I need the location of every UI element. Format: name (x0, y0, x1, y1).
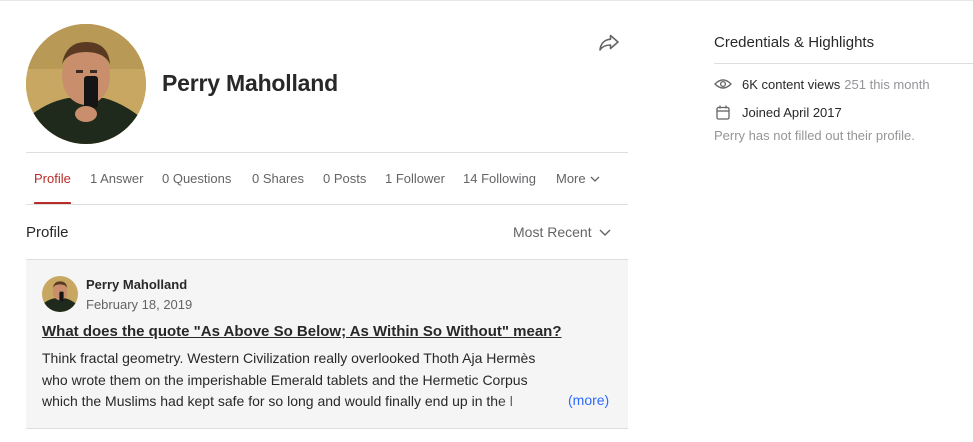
tab-label: 0 Shares (252, 171, 305, 186)
sort-label: Most Recent (513, 224, 592, 240)
section-title: Profile (26, 224, 69, 241)
excerpt-line: Think fractal geometry. Western Civiliza… (42, 350, 536, 366)
credentials-divider (714, 63, 973, 64)
content-views: 6K content views (742, 76, 841, 92)
profile-avatar[interactable] (26, 24, 146, 144)
more-link[interactable]: (more) (566, 392, 610, 408)
tab-label: More (556, 171, 586, 186)
chevron-down-icon (590, 176, 600, 182)
tabs-bottom-divider (26, 204, 628, 205)
tab-label: Profile (34, 171, 71, 186)
question-title[interactable]: What does the quote "As Above So Below; … (42, 323, 622, 340)
tab-questions[interactable]: 0 Questions (162, 153, 231, 204)
profile-name: Perry Maholland (162, 70, 338, 96)
tab-posts[interactable]: 0 Posts (323, 153, 366, 204)
share-arrow-icon (599, 34, 619, 51)
calendar-icon (714, 103, 732, 121)
eye-icon (714, 75, 732, 93)
profile-empty-note: Perry has not filled out their profile. (714, 128, 915, 143)
top-border (0, 0, 973, 1)
profile-tabs: Profile 1 Answer 0 Questions 0 Shares 0 … (26, 153, 628, 205)
feed-item: Perry Maholland February 18, 2019 What d… (26, 260, 628, 428)
author-name[interactable]: Perry Maholland (86, 277, 187, 292)
card-divider (26, 428, 628, 429)
answer-excerpt[interactable]: Think fractal geometry. Western Civiliza… (42, 348, 612, 413)
excerpt-line: which the Muslims had kept safe for so l… (42, 393, 513, 409)
credentials-title: Credentials & Highlights (714, 34, 875, 51)
tab-label: 0 Posts (323, 171, 367, 186)
tab-more[interactable]: More (556, 153, 600, 204)
tab-label: 1 Follower (385, 171, 445, 186)
content-views-row: 6K content views 251 this month (714, 74, 930, 94)
tab-answers[interactable]: 1 Answer (90, 153, 143, 204)
tab-profile[interactable]: Profile (34, 153, 71, 205)
tab-label: 0 Questions (162, 171, 232, 186)
share-button[interactable] (596, 31, 622, 55)
post-date[interactable]: February 18, 2019 (86, 297, 192, 312)
tab-following[interactable]: 14 Following (463, 153, 536, 204)
joined-date: Joined April 2017 (742, 104, 842, 120)
tab-shares[interactable]: 0 Shares (252, 153, 304, 204)
sort-dropdown[interactable]: Most Recent (513, 224, 611, 240)
excerpt-line: who wrote them on the imperishable Emera… (42, 371, 528, 388)
author-avatar[interactable] (42, 276, 78, 312)
joined-row: Joined April 2017 (714, 102, 842, 122)
views-this-month: 251 this month (844, 76, 930, 92)
tab-label: 1 Answer (90, 171, 144, 186)
tab-label: 14 Following (463, 171, 536, 186)
tab-followers[interactable]: 1 Follower (385, 153, 445, 204)
chevron-down-icon (599, 229, 611, 236)
